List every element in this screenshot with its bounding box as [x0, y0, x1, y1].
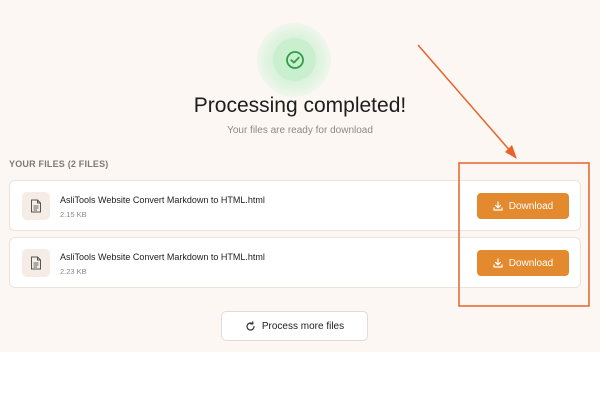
download-button[interactable]: Download [477, 193, 569, 219]
download-label: Download [508, 257, 554, 269]
download-label: Download [508, 200, 554, 212]
refresh-icon [245, 320, 256, 332]
download-icon [493, 258, 503, 268]
file-card: AsliTools Website Convert Markdown to HT… [9, 237, 581, 288]
file-icon [22, 249, 50, 277]
page-title: Processing completed! [193, 94, 407, 117]
file-size: 2.15 KB [60, 210, 87, 219]
results-panel: Processing completed! Your files are rea… [0, 0, 600, 352]
file-name: AsliTools Website Convert Markdown to HT… [60, 252, 265, 262]
page-subtitle: Your files are ready for download [227, 125, 373, 136]
file-card: AsliTools Website Convert Markdown to HT… [9, 180, 581, 231]
download-button[interactable]: Download [477, 250, 569, 276]
files-section-label: YOUR FILES (2 FILES) [9, 159, 109, 169]
process-more-files-button[interactable]: Process more files [221, 311, 368, 341]
download-icon [493, 201, 503, 211]
file-icon [22, 192, 50, 220]
check-circle-icon [273, 38, 316, 81]
file-size: 2.23 KB [60, 267, 87, 276]
file-name: AsliTools Website Convert Markdown to HT… [60, 195, 265, 205]
process-more-label: Process more files [261, 320, 345, 332]
